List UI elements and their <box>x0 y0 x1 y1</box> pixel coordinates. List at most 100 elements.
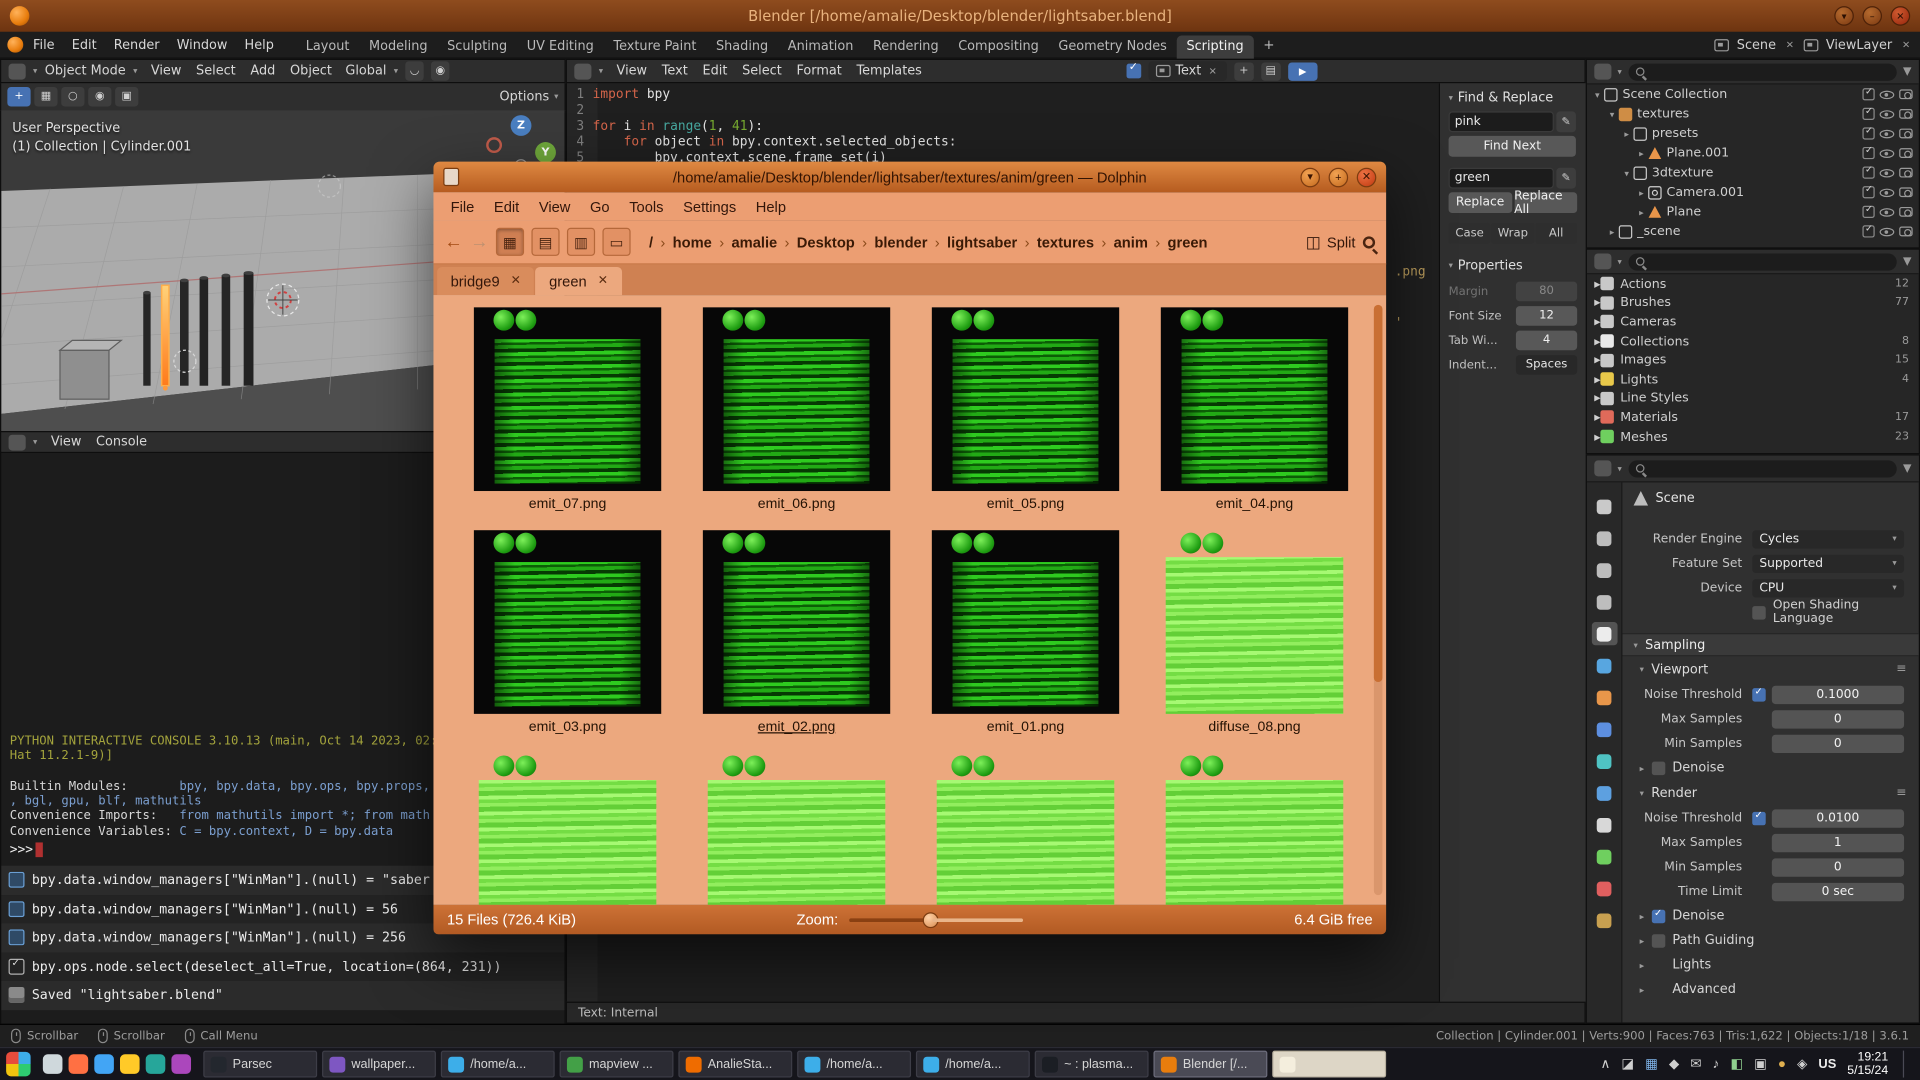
properties-tab[interactable] <box>1591 622 1617 645</box>
add-workspace-button[interactable]: + <box>1255 37 1283 53</box>
find-input[interactable] <box>1449 111 1554 132</box>
gizmo-z-axis[interactable]: Z <box>511 115 532 136</box>
properties-tab[interactable] <box>1591 749 1617 772</box>
properties-tab[interactable] <box>1591 495 1617 518</box>
selectable-checkbox-icon[interactable] <box>1862 88 1874 100</box>
split-button[interactable]: ◫Split <box>1306 232 1356 252</box>
collapsed-subsection[interactable]: ▸ Denoise <box>1622 756 1918 780</box>
properties-tab[interactable] <box>1591 527 1617 550</box>
file-item[interactable]: emit_03.png <box>453 530 682 737</box>
collapsed-subsection[interactable]: ▸ Denoise <box>1622 904 1918 928</box>
render-visibility-icon[interactable] <box>1899 227 1912 237</box>
datablock-category-row[interactable]: ▸ Line Styles <box>1587 389 1919 408</box>
find-set-selection-icon[interactable]: ✎ <box>1556 111 1576 132</box>
panel-collapse-icon[interactable]: ▾ <box>1449 93 1453 103</box>
osl-checkbox[interactable] <box>1752 606 1765 619</box>
tray-icon[interactable]: ◧ <box>1730 1057 1743 1070</box>
hide-eye-icon[interactable] <box>1880 227 1895 236</box>
properties-tab[interactable] <box>1591 909 1617 932</box>
window-control-button[interactable]: ▾ <box>1300 167 1320 187</box>
log-row[interactable]: Saved "lightsaber.blend" <box>1 981 564 1010</box>
task-button[interactable]: AnalieSta... <box>678 1051 792 1078</box>
properties-tab[interactable] <box>1591 558 1617 581</box>
setting-checkbox[interactable] <box>1752 688 1765 701</box>
menu-item[interactable]: File <box>441 198 484 215</box>
expand-icon[interactable]: ▾ <box>1591 89 1604 100</box>
file-item[interactable]: emit_02.png <box>682 530 911 737</box>
replace-input[interactable] <box>1449 168 1554 189</box>
code-area[interactable]: 1import bpy 2 3for i in range(1, 41): 4 … <box>567 87 1439 167</box>
menu-item[interactable]: View <box>529 198 580 215</box>
tool-button[interactable]: + <box>7 87 30 107</box>
editor-type-icon[interactable] <box>1594 460 1611 476</box>
task-button[interactable]: mapview ... <box>560 1051 674 1078</box>
expand-icon[interactable]: ▸ <box>1635 206 1648 217</box>
close-tab-icon[interactable]: ✕ <box>511 274 521 287</box>
window-control-button[interactable]: ✕ <box>1357 167 1377 187</box>
compact-view-button[interactable]: ▤ <box>531 228 559 256</box>
render-visibility-icon[interactable] <box>1899 89 1912 99</box>
terminal-panel-button[interactable]: ▭ <box>602 228 630 256</box>
sampling-section-header[interactable]: ▾Sampling <box>1622 633 1918 656</box>
setting-checkbox[interactable] <box>1752 811 1765 824</box>
subsection-checkbox[interactable] <box>1652 934 1665 947</box>
editor-type-icon[interactable] <box>1594 253 1611 269</box>
tool-button[interactable]: ○ <box>61 87 84 107</box>
open-text-icon[interactable]: ▤ <box>1261 62 1281 80</box>
datablock-category-row[interactable]: ▸ Cameras <box>1587 312 1919 331</box>
filter-icon[interactable]: ▼ <box>1903 462 1911 474</box>
menu-item[interactable]: Render <box>105 35 168 55</box>
properties-tab[interactable] <box>1591 813 1617 836</box>
tool-button[interactable]: ◉ <box>88 87 111 107</box>
datablock-category-row[interactable]: ▸ Actions 12 <box>1587 274 1919 293</box>
outliner-row[interactable]: ▾ Scene Collection <box>1587 84 1919 104</box>
icons-view-button[interactable]: ▦ <box>496 228 524 256</box>
scrollbar-thumb[interactable] <box>1374 305 1383 683</box>
gizmo-y-axis[interactable]: Y <box>535 142 556 163</box>
forward-button[interactable]: → <box>470 231 488 252</box>
panel-collapse-icon[interactable]: ▾ <box>1449 261 1453 271</box>
pinned-app-icon[interactable] <box>69 1054 89 1074</box>
tray-icon[interactable]: ✉ <box>1690 1057 1701 1070</box>
breadcrumb-item[interactable]: amalie <box>728 233 793 250</box>
property-value[interactable]: 4 <box>1516 331 1577 351</box>
replace-set-selection-icon[interactable]: ✎ <box>1556 168 1576 189</box>
task-button[interactable]: /home/a... <box>797 1051 911 1078</box>
workspace-tab[interactable]: Compositing <box>948 35 1048 58</box>
file-item[interactable]: emit_06.png <box>682 307 911 514</box>
subsection-checkbox[interactable] <box>1652 761 1665 774</box>
expand-icon[interactable]: ▾ <box>1620 167 1633 178</box>
transform-orientation-dropdown[interactable]: Global <box>345 64 386 79</box>
editor-type-icon[interactable] <box>9 434 26 450</box>
menu-item[interactable]: Window <box>168 35 236 55</box>
menu-item[interactable]: Tools <box>619 198 673 215</box>
dolphin-window[interactable]: /home/amalie/Desktop/blender/lightsaber/… <box>433 162 1386 935</box>
folder-tab[interactable]: bridge9✕ <box>437 267 534 295</box>
file-item[interactable] <box>911 753 1140 905</box>
collapsed-subsection[interactable]: ▸ Path Guiding <box>1622 928 1918 952</box>
hide-eye-icon[interactable] <box>1880 110 1895 119</box>
properties-tab[interactable] <box>1591 877 1617 900</box>
replace-all-button[interactable]: Replace All <box>1514 192 1577 213</box>
menu-item[interactable]: Help <box>236 35 282 55</box>
setting-dropdown[interactable]: Cycles▾ <box>1752 530 1904 548</box>
pinned-app-icon[interactable] <box>171 1054 191 1074</box>
find-toggle-button[interactable]: Case <box>1449 223 1491 244</box>
datablock-category-row[interactable]: ▸ Materials 17 <box>1587 408 1919 427</box>
property-value[interactable]: 12 <box>1516 306 1577 326</box>
app-launcher-icon[interactable] <box>6 1052 30 1076</box>
breadcrumb-item[interactable]: blender <box>871 233 944 250</box>
filter-icon[interactable]: ▼ <box>1903 66 1911 78</box>
find-next-button[interactable]: Find Next <box>1449 136 1576 157</box>
dolphin-titlebar[interactable]: /home/amalie/Desktop/blender/lightsaber/… <box>433 162 1386 193</box>
selectable-checkbox-icon[interactable] <box>1862 167 1874 179</box>
close-tab-icon[interactable]: ✕ <box>598 274 608 287</box>
blender-menu-icon[interactable] <box>7 37 23 53</box>
datablock-category-row[interactable]: ▸ Brushes 77 <box>1587 293 1919 312</box>
file-item[interactable]: emit_04.png <box>1140 307 1369 514</box>
setting-value[interactable]: 0 sec <box>1772 882 1904 900</box>
setting-value[interactable]: 1 <box>1772 833 1904 851</box>
property-value[interactable]: 80 <box>1516 282 1577 302</box>
viewlayer-unlink-icon[interactable]: ✕ <box>1900 39 1913 50</box>
hide-eye-icon[interactable] <box>1880 168 1895 177</box>
